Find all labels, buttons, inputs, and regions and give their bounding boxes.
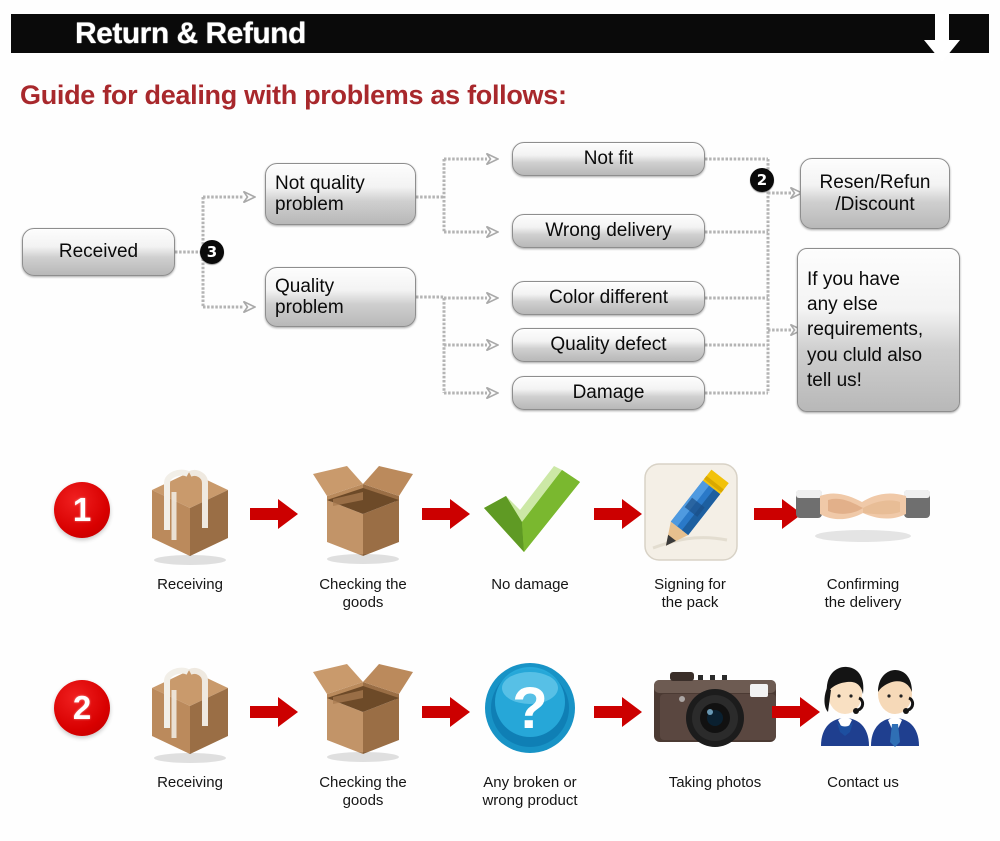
flow-node-wrong-delivery[interactable]: Wrong delivery bbox=[512, 214, 705, 248]
flow-node-else-requirements-line5: tell us! bbox=[807, 369, 862, 391]
flow-node-damage[interactable]: Damage bbox=[512, 376, 705, 410]
flow-node-else-requirements-line2: any else bbox=[807, 294, 878, 316]
flow-node-quality-problem[interactable]: Quality problem bbox=[265, 267, 416, 327]
process-step-contact-us: Contact us bbox=[788, 650, 938, 792]
process-row-1-number-label: 1 bbox=[72, 491, 92, 528]
badge-2-label: 2 bbox=[756, 171, 768, 189]
flow-node-received-label: Received bbox=[58, 241, 139, 263]
flow-node-quality-defect-label: Quality defect bbox=[550, 334, 667, 356]
green-check-icon bbox=[455, 452, 605, 572]
process-step-taking-photos-caption: Taking photos bbox=[668, 774, 762, 791]
flow-node-not-fit[interactable]: Not fit bbox=[512, 142, 705, 176]
caption-line-2: the delivery bbox=[824, 594, 902, 611]
handshake-icon bbox=[788, 452, 938, 572]
process-step-checking-goods-2: Checking the goods bbox=[288, 650, 438, 810]
process-step-taking-photos: Taking photos bbox=[640, 650, 790, 792]
process-step-checking-goods-2-caption: Checking the goods bbox=[288, 774, 438, 810]
process-step-contact-us-caption: Contact us bbox=[827, 774, 899, 791]
process-step-confirming-delivery: Confirming the delivery bbox=[788, 452, 938, 612]
sealed-box-icon bbox=[115, 650, 265, 770]
flow-node-received[interactable]: Received bbox=[22, 228, 175, 276]
process-step-checking-goods: Checking the goods bbox=[288, 452, 438, 612]
flow-node-wrong-delivery-label: Wrong delivery bbox=[545, 220, 672, 242]
flow-node-resend-refund-line1: Resen/Refun bbox=[819, 172, 931, 194]
flow-node-resend-refund-discount[interactable]: Resen/Refun /Discount bbox=[800, 158, 950, 229]
process-step-no-damage-caption: No damage bbox=[491, 576, 569, 593]
process-step-receiving-2: Receiving bbox=[115, 650, 265, 792]
badge-2: 2 bbox=[750, 168, 774, 192]
process-step-checking-goods-caption: Checking the goods bbox=[288, 576, 438, 612]
flowchart: Received 3 Not quality problem Quality p… bbox=[0, 0, 1000, 430]
flow-node-color-different-label: Color different bbox=[549, 287, 668, 309]
badge-3: 3 bbox=[200, 240, 224, 264]
flow-node-else-requirements[interactable]: If you have any else requirements, you c… bbox=[797, 248, 960, 412]
support-agents-icon bbox=[788, 650, 938, 770]
flow-node-not-quality-problem[interactable]: Not quality problem bbox=[265, 163, 416, 225]
flow-node-else-requirements-line1: If you have bbox=[807, 269, 900, 291]
flow-node-quality-defect[interactable]: Quality defect bbox=[512, 328, 705, 362]
process-step-receiving-caption: Receiving bbox=[157, 576, 223, 593]
process-step-confirming-delivery-caption: Confirming the delivery bbox=[788, 576, 938, 612]
process-step-signing: Signing for the pack bbox=[615, 452, 765, 612]
flow-node-quality-problem-line2: problem bbox=[275, 297, 344, 318]
caption-line-2: wrong product bbox=[482, 792, 578, 809]
flow-node-quality-problem-line1: Quality bbox=[275, 275, 335, 297]
process-step-any-broken: ? Any broken or wrong product bbox=[455, 650, 605, 810]
flow-node-color-different[interactable]: Color different bbox=[512, 281, 705, 315]
caption-line-1: Any broken or bbox=[483, 774, 577, 791]
caption-line-2: goods bbox=[342, 792, 384, 809]
badge-3-label: 3 bbox=[206, 243, 218, 261]
red-arrow-icon bbox=[592, 695, 644, 729]
open-box-icon bbox=[288, 650, 438, 770]
sealed-box-icon bbox=[115, 452, 265, 572]
process-row-2-number-label: 2 bbox=[72, 689, 92, 726]
flow-node-else-requirements-line4: you cluld also bbox=[807, 344, 923, 366]
flow-node-damage-label: Damage bbox=[572, 382, 645, 404]
flow-node-not-quality-problem-line1: Not quality bbox=[275, 172, 365, 194]
process-step-receiving: Receiving bbox=[115, 452, 265, 594]
caption-line-1: Signing for bbox=[654, 576, 726, 593]
caption-line-2: the pack bbox=[661, 594, 719, 611]
flow-node-resend-refund-line2: /Discount bbox=[835, 193, 915, 215]
svg-text:?: ? bbox=[512, 676, 547, 741]
process-row-1: 1 Receiving Checking the goods No damage… bbox=[0, 452, 1000, 637]
pencil-signing-icon bbox=[615, 452, 765, 572]
caption-line-1: Checking the bbox=[319, 576, 407, 593]
flow-node-not-quality-problem-line2: problem bbox=[275, 194, 344, 215]
flow-node-not-fit-label: Not fit bbox=[583, 148, 634, 170]
process-step-receiving-2-caption: Receiving bbox=[157, 774, 223, 791]
process-step-signing-caption: Signing for the pack bbox=[615, 576, 765, 612]
caption-line-1: Checking the bbox=[319, 774, 407, 791]
caption-line-1: Confirming bbox=[826, 576, 900, 593]
flow-node-else-requirements-line3: requirements, bbox=[807, 319, 924, 341]
caption-line-2: goods bbox=[342, 594, 384, 611]
question-mark-icon: ? bbox=[455, 650, 605, 770]
process-step-any-broken-caption: Any broken or wrong product bbox=[455, 774, 605, 810]
process-step-no-damage: No damage bbox=[455, 452, 605, 594]
process-row-1-number: 1 bbox=[54, 482, 110, 538]
process-row-2-number: 2 bbox=[54, 680, 110, 736]
open-box-icon bbox=[288, 452, 438, 572]
process-row-2: 2 Receiving Checking the goods ? Any bro… bbox=[0, 640, 1000, 825]
camera-icon bbox=[640, 650, 790, 770]
